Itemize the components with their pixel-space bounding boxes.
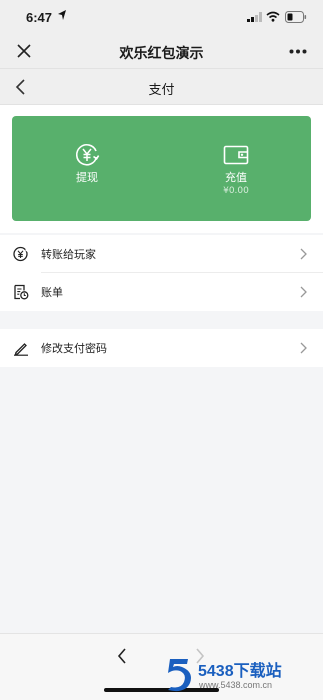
pencil-icon [14,343,28,356]
menu-group-security: 修改支付密码 [0,329,323,367]
menu-item-bill[interactable]: 账单 [0,273,323,311]
balance-amount: ¥0.00 [223,186,249,196]
status-time: 6:47 [26,10,53,25]
watermark: 5438下载站 www.5438.com.cn [163,656,318,696]
withdraw-button[interactable]: 提现 [12,116,162,221]
chevron-right-icon [300,286,307,298]
menu-item-change-password[interactable]: 修改支付密码 [0,329,323,367]
menu-item-label: 修改支付密码 [41,342,107,355]
menu-group-payments: 转账给玩家 账单 [0,235,323,311]
withdraw-label: 提现 [76,171,98,184]
page-title: 支付 [148,83,175,98]
status-bar: 6:47 [0,0,323,34]
more-icon[interactable] [289,49,307,54]
app-title: 欢乐红包演示 [119,46,204,62]
watermark-title: 5438下载站 [198,663,282,680]
recharge-label: 充值 [225,171,247,184]
menu-item-label: 账单 [41,286,63,299]
wallet-icon [223,145,249,165]
app-bar: 欢乐红包演示 [0,34,323,68]
watermark-logo-icon [168,659,191,692]
location-arrow-icon [58,10,66,20]
recharge-button[interactable]: 充值 ¥0.00 [161,116,311,221]
nav-back-icon[interactable] [117,648,127,664]
chevron-right-icon [300,342,307,354]
chevron-right-icon [300,248,307,260]
menu-item-transfer[interactable]: 转账给玩家 [0,235,323,273]
wifi-icon [266,11,280,22]
nav-bar: 支付 [0,68,323,105]
battery-icon [285,11,307,23]
yen-transfer-icon [13,246,29,262]
bill-icon [14,284,29,300]
watermark-url: www.5438.com.cn [199,680,273,690]
yen-refresh-icon [75,144,100,166]
wallet-card: 提现 充值 ¥0.00 [12,116,311,221]
signal-icon [247,12,262,22]
menu-item-label: 转账给玩家 [41,248,96,261]
